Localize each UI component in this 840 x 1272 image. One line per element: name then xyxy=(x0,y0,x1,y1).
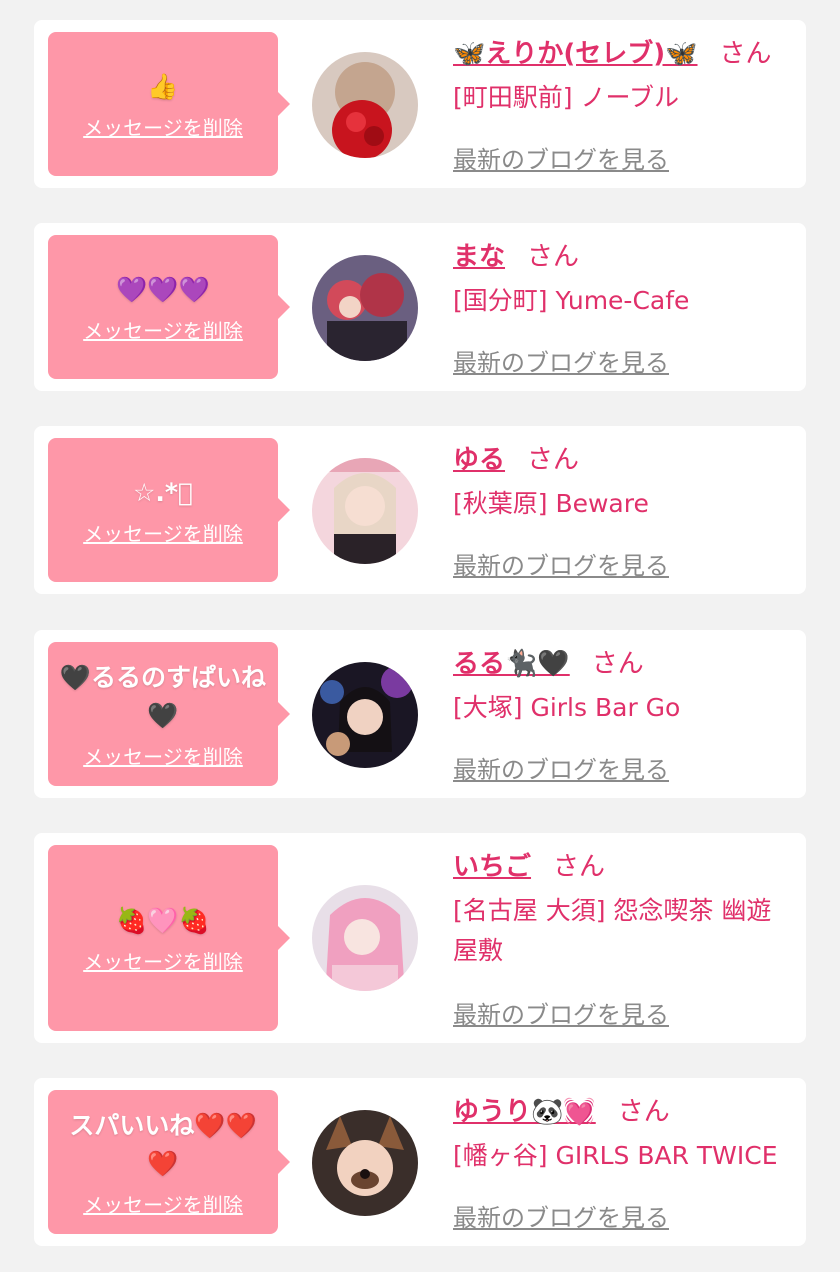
message-bubble: ☆.*ﾟ メッセージを削除 xyxy=(48,438,290,582)
message-bubble: 💜💜💜 メッセージを削除 xyxy=(48,235,290,379)
message-list: 👍 メッセージを削除 🦋えりか(セレブ)🦋 さん [町田駅前] ノーブル 最新のブ… xyxy=(0,0,840,1272)
cast-name-link[interactable]: いちご xyxy=(453,852,531,882)
message-text: 🖤るるのすぱいね🖤 xyxy=(59,662,267,730)
avatar[interactable] xyxy=(312,52,418,158)
cast-name-link[interactable]: まな xyxy=(453,242,505,272)
honorific: さん xyxy=(527,445,580,475)
message-card: スパいいね❤️❤️❤️ メッセージを削除 ゆうり🐼💓 さん [幡ヶ谷] GIRLS… xyxy=(34,1078,806,1246)
name-line: ゆる さん xyxy=(453,442,788,478)
avatar[interactable] xyxy=(312,255,418,361)
shop-name: [名古屋 大須] 怨念喫茶 幽遊屋敷 xyxy=(453,896,772,965)
shop-name: [国分町] Yume-Cafe xyxy=(453,286,690,315)
name-line: ゆうり🐼💓 さん xyxy=(453,1094,788,1130)
latest-blog-link[interactable]: 最新のブログを見る xyxy=(453,140,669,175)
delete-message-link[interactable]: メッセージを削除 xyxy=(83,315,243,344)
delete-message-link[interactable]: メッセージを削除 xyxy=(83,518,243,547)
name-line: まな さん xyxy=(453,239,788,275)
cast-name-link[interactable]: 🦋えりか(セレブ)🦋 xyxy=(453,39,698,69)
honorific: さん xyxy=(591,649,644,679)
cast-info: るる🐈‍⬛🖤 さん [大塚] Girls Bar Go xyxy=(453,646,788,728)
name-line: いちご さん xyxy=(453,849,788,885)
cast-name-link[interactable]: ゆる xyxy=(453,445,505,475)
message-card: 🍓🩷🍓 メッセージを削除 いちご さん [名古屋 大須] 怨念喫茶 幽遊屋敷 最新… xyxy=(34,833,806,1043)
message-bubble: 👍 メッセージを削除 xyxy=(48,32,290,176)
avatar[interactable] xyxy=(312,458,418,564)
latest-blog-link[interactable]: 最新のブログを見る xyxy=(453,995,669,1030)
message-text: 🍓🩷🍓 xyxy=(116,905,210,935)
delete-message-link[interactable]: メッセージを削除 xyxy=(83,741,243,770)
shop-name: [幡ヶ谷] GIRLS BAR TWICE xyxy=(453,1141,778,1170)
message-text: スパいいね❤️❤️❤️ xyxy=(69,1110,257,1178)
latest-blog-link[interactable]: 最新のブログを見る xyxy=(453,546,669,581)
message-card: 🖤るるのすぱいね🖤 メッセージを削除 るる🐈‍⬛🖤 さん [大塚] Girls B… xyxy=(34,630,806,798)
avatar[interactable] xyxy=(312,1110,418,1216)
message-bubble: スパいいね❤️❤️❤️ メッセージを削除 xyxy=(48,1090,290,1234)
honorific: さん xyxy=(719,39,772,69)
avatar[interactable] xyxy=(312,885,418,991)
cast-info: 🦋えりか(セレブ)🦋 さん [町田駅前] ノーブル xyxy=(453,36,788,118)
delete-message-link[interactable]: メッセージを削除 xyxy=(83,946,243,975)
message-text: 👍 xyxy=(147,71,179,101)
message-bubble: 🖤るるのすぱいね🖤 メッセージを削除 xyxy=(48,642,290,786)
cast-info: ゆうり🐼💓 さん [幡ヶ谷] GIRLS BAR TWICE xyxy=(453,1094,788,1176)
avatar[interactable] xyxy=(312,662,418,768)
honorific: さん xyxy=(553,852,606,882)
message-text: ☆.*ﾟ xyxy=(133,477,193,507)
honorific: さん xyxy=(527,242,580,272)
name-line: るる🐈‍⬛🖤 さん xyxy=(453,646,788,682)
latest-blog-link[interactable]: 最新のブログを見る xyxy=(453,343,669,378)
cast-info: ゆる さん [秋葉原] Beware xyxy=(453,442,788,524)
message-text: 💜💜💜 xyxy=(116,274,210,304)
honorific: さん xyxy=(617,1097,670,1127)
latest-blog-link[interactable]: 最新のブログを見る xyxy=(453,1198,669,1233)
shop-name: [町田駅前] ノーブル xyxy=(453,83,679,112)
delete-message-link[interactable]: メッセージを削除 xyxy=(83,112,243,141)
delete-message-link[interactable]: メッセージを削除 xyxy=(83,1189,243,1218)
message-bubble: 🍓🩷🍓 メッセージを削除 xyxy=(48,845,290,1031)
shop-name: [大塚] Girls Bar Go xyxy=(453,693,681,722)
message-card: 👍 メッセージを削除 🦋えりか(セレブ)🦋 さん [町田駅前] ノーブル 最新のブ… xyxy=(34,20,806,188)
latest-blog-link[interactable]: 最新のブログを見る xyxy=(453,750,669,785)
cast-name-link[interactable]: るる🐈‍⬛🖤 xyxy=(453,649,570,679)
cast-name-link[interactable]: ゆうり🐼💓 xyxy=(453,1097,596,1127)
message-card: 💜💜💜 メッセージを削除 まな さん [国分町] Yume-Cafe 最新のブログ… xyxy=(34,223,806,391)
shop-name: [秋葉原] Beware xyxy=(453,489,649,518)
cast-info: いちご さん [名古屋 大須] 怨念喫茶 幽遊屋敷 xyxy=(453,849,788,971)
name-line: 🦋えりか(セレブ)🦋 さん xyxy=(453,36,788,72)
message-card: ☆.*ﾟ メッセージを削除 ゆる さん [秋葉原] Beware 最新のブログを見… xyxy=(34,426,806,594)
cast-info: まな さん [国分町] Yume-Cafe xyxy=(453,239,788,321)
